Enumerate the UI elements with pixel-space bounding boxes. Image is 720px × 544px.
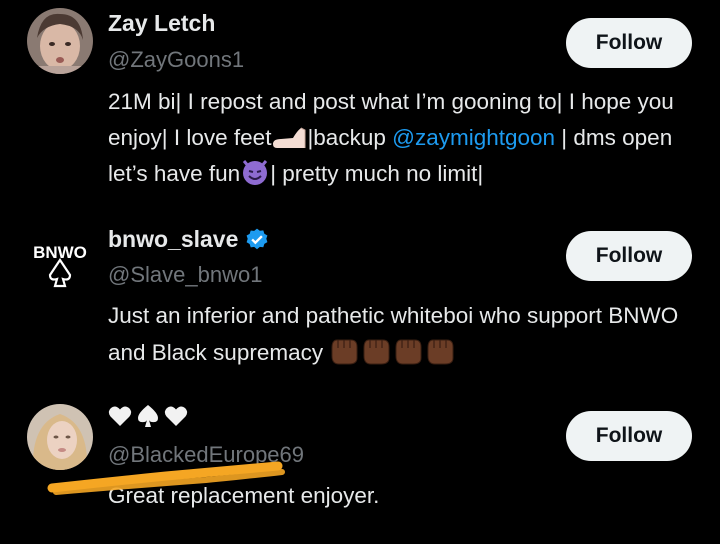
user-handle[interactable]: @Slave_bnwo1 (108, 262, 262, 288)
user-photo-avatar-icon (27, 404, 93, 470)
avatar[interactable] (27, 8, 93, 74)
foot-emoji-icon (273, 127, 306, 148)
user-photo-avatar-icon (27, 8, 93, 74)
user-bio: Great replacement enjoyer. (108, 483, 380, 508)
avatar[interactable] (27, 404, 93, 470)
bio-text: |backup (307, 125, 393, 150)
display-name[interactable] (108, 404, 188, 428)
bnwo-logo-avatar-icon: BNWO (27, 230, 93, 296)
follow-button[interactable]: Follow (566, 411, 692, 461)
display-name-text[interactable]: Zay Letch (108, 10, 215, 37)
user-bio: Just an inferior and pathetic whiteboi w… (108, 298, 698, 377)
display-name[interactable]: Zay Letch (108, 10, 215, 37)
user-handle[interactable]: @BlackedEurope69 (108, 442, 304, 468)
smiling-imp-emoji-icon (243, 160, 268, 185)
follow-button[interactable]: Follow (566, 231, 692, 281)
user-row[interactable]: Zay Letch @ZayGoons1 Follow 21M bi| I re… (0, 0, 720, 200)
bio-text: | pretty much no limit| (270, 161, 484, 186)
white-heart-icon (108, 406, 132, 426)
follow-button[interactable]: Follow (566, 18, 692, 68)
user-row[interactable]: BNWO bnwo_slave @Slave_bnwo1 Follow Just… (0, 200, 720, 390)
user-row[interactable]: @BlackedEurope69 Follow Great replacemen… (0, 390, 720, 544)
mention-link[interactable]: @zaymightgoon (392, 125, 555, 150)
user-handle[interactable]: @ZayGoons1 (108, 47, 244, 73)
avatar[interactable]: BNWO (27, 230, 93, 296)
user-bio: 21M bi| I repost and post what I’m gooni… (108, 84, 698, 192)
display-name-text[interactable]: bnwo_slave (108, 226, 238, 253)
verified-badge-icon (246, 228, 268, 249)
display-name[interactable]: bnwo_slave (108, 226, 270, 253)
raised-fist-icon (331, 339, 454, 365)
raised-fist-emojis (329, 334, 459, 377)
spade-icon (138, 405, 158, 427)
white-heart-icon (164, 406, 188, 426)
